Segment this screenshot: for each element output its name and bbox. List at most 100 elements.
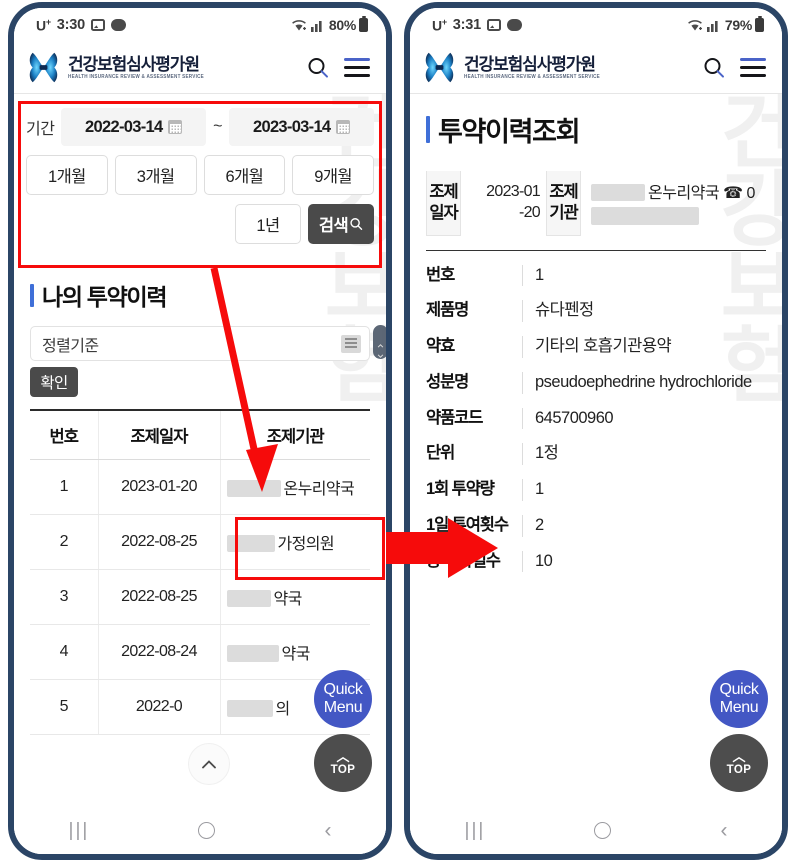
search-icon [350, 218, 363, 230]
summary-date-line1: 2023-01 [486, 183, 541, 201]
quick-menu-fab-left[interactable]: Quick Menu [314, 670, 372, 728]
detail-value: 기타의 호흡기관용약 [522, 336, 766, 358]
brand-logo-right[interactable]: 건강보험심사평가원 HEALTH INSURANCE REVIEW & ASSE… [424, 51, 600, 84]
section-divider [426, 249, 766, 251]
detail-row: 약효 기타의 호흡기관용약 [426, 336, 766, 372]
cell-org[interactable]: 약국 [220, 569, 370, 625]
detail-value: 2 [522, 514, 766, 537]
date-to-value: 2023-03-14 [253, 117, 331, 136]
top-fab-right[interactable]: ︿ TOP [710, 734, 768, 792]
back-icon[interactable]: ‹ [324, 820, 331, 841]
battery-percent-label: 80% [328, 17, 356, 33]
summary-value-date: 2023-01 -20 [461, 171, 547, 235]
back-icon[interactable]: ‹ [720, 820, 727, 841]
left-phone-screen: 건강보험 U+ 3:30 80% 건강보험심사평가원 HEALTH INSURA… [14, 8, 386, 854]
period-label: 기간 [26, 121, 55, 138]
column-header-org[interactable]: 조제기관 [220, 409, 370, 460]
quick-menu-fab-right[interactable]: Quick Menu [710, 670, 768, 728]
recent-apps-icon[interactable]: ||| [465, 821, 486, 840]
chevron-down-icon [377, 345, 384, 358]
top-label: TOP [726, 764, 752, 776]
date-to-field[interactable]: 2023-03-14 [229, 108, 375, 146]
battery-icon [359, 15, 368, 32]
detail-label: 1일 투여횟수 [426, 515, 509, 534]
column-header-date[interactable]: 조제일자 [97, 409, 221, 460]
app-header-actions-right [702, 56, 766, 80]
status-bar-left-group: U+ 3:30 [36, 17, 127, 33]
quick-menu-label-line2: Menu [323, 699, 363, 716]
left-phone-frame: 건강보험 U+ 3:30 80% 건강보험심사평가원 HEALTH INSURA… [8, 2, 392, 860]
detail-row: 성분명 pseudoephedrine hydrochloride [426, 371, 766, 408]
detail-label: 단위 [426, 444, 455, 463]
org-name: 가정의원 [277, 536, 335, 553]
search-icon[interactable] [702, 56, 726, 80]
app-header-actions-left [306, 56, 370, 80]
detail-value: 1 [522, 264, 766, 287]
sort-controls: 정렬기준 확인 [30, 325, 386, 397]
detail-value: 10 [522, 550, 766, 573]
table-row[interactable]: 1 2023-01-20 온누리약국 [30, 459, 370, 515]
scroll-to-top-small-button[interactable] [188, 743, 230, 785]
page-title-accent-bar [426, 116, 430, 143]
photo-icon [487, 19, 502, 31]
cell-org[interactable]: 온누리약국 [220, 459, 370, 515]
sort-select[interactable]: 정렬기준 [30, 326, 370, 361]
search-button-label: 검색 [318, 217, 349, 235]
confirm-button[interactable]: 확인 [30, 367, 78, 397]
caret-up-icon: ︿ [732, 749, 746, 764]
org-name: 약국 [281, 646, 311, 663]
detail-label: 총 투약일수 [426, 551, 501, 570]
app-header-left: 건강보험심사평가원 HEALTH INSURANCE REVIEW & ASSE… [14, 42, 386, 94]
detail-row: 단위 1정 [426, 443, 766, 479]
status-bar-left: U+ 3:30 80% [14, 8, 386, 42]
search-button[interactable]: 검색 [308, 204, 374, 244]
calendar-icon[interactable] [336, 120, 351, 134]
scrollbar-thumb[interactable] [373, 325, 386, 359]
table-row[interactable]: 3 2022-08-25 약국 [30, 569, 370, 625]
brand-name-en: HEALTH INSURANCE REVIEW & ASSESSMENT SER… [68, 72, 204, 80]
summary-date-line2: -20 [518, 204, 541, 221]
quick-menu-label-line1: Quick [323, 681, 363, 699]
redacted-block [226, 700, 273, 717]
left-content-pad: 나의 투약이력 정렬기준 확인 번호 조제일자 조제기관 1 2023-01-2… [14, 278, 386, 735]
table-row[interactable]: 2 2022-08-25 가정의원 [30, 514, 370, 570]
table-row[interactable]: 4 2022-08-24 약국 [30, 624, 370, 680]
cell-org[interactable]: 가정의원 [220, 514, 370, 570]
search-icon[interactable] [306, 56, 330, 80]
redacted-block [226, 480, 281, 497]
cell-no: 1 [30, 459, 98, 515]
hira-logo-icon [29, 52, 58, 83]
status-bar-right-group: 80% [291, 15, 368, 33]
quick-range-3m[interactable]: 3개월 [114, 155, 197, 195]
date-from-field[interactable]: 2022-03-14 [61, 108, 207, 146]
quick-range-row-2: 1년 검색 [26, 204, 374, 244]
quick-range-1y[interactable]: 1년 [235, 204, 301, 244]
section-title-text: 나의 투약이력 [42, 284, 168, 310]
brand-text-left: 건강보험심사평가원 HEALTH INSURANCE REVIEW & ASSE… [68, 56, 204, 79]
summary-header-org: 조제기관 [546, 171, 581, 236]
right-phone-frame: 건강보험 U+ 3:31 79% 건강보험심사평가원 HEALTH INSURA… [404, 2, 788, 860]
hamburger-menu-icon[interactable] [344, 58, 370, 77]
home-icon[interactable] [198, 821, 216, 839]
section-accent-bar [30, 283, 34, 307]
org-name: 약국 [273, 591, 303, 608]
detail-value: 645700960 [522, 407, 766, 430]
home-icon[interactable] [594, 821, 612, 839]
calendar-icon[interactable] [168, 120, 183, 134]
chat-icon [507, 19, 523, 31]
system-nav-bar-right: ||| ‹ [410, 806, 782, 854]
column-header-no[interactable]: 번호 [30, 409, 98, 460]
recent-apps-icon[interactable]: ||| [69, 821, 90, 840]
hamburger-menu-icon[interactable] [740, 58, 766, 77]
quick-range-6m[interactable]: 6개월 [203, 155, 286, 195]
battery-percent-label: 79% [724, 17, 752, 33]
wifi-icon [687, 18, 704, 32]
cell-date: 2022-0 [97, 679, 221, 735]
quick-range-9m[interactable]: 9개월 [292, 155, 374, 195]
quick-range-1m[interactable]: 1개월 [26, 155, 108, 195]
brand-logo-left[interactable]: 건강보험심사평가원 HEALTH INSURANCE REVIEW & ASSE… [28, 51, 204, 84]
detail-value: pseudoephedrine hydrochloride [522, 371, 766, 394]
top-fab-left[interactable]: ︿ TOP [314, 734, 372, 792]
detail-label: 성분명 [426, 372, 469, 391]
date-from-value: 2022-03-14 [85, 117, 163, 136]
